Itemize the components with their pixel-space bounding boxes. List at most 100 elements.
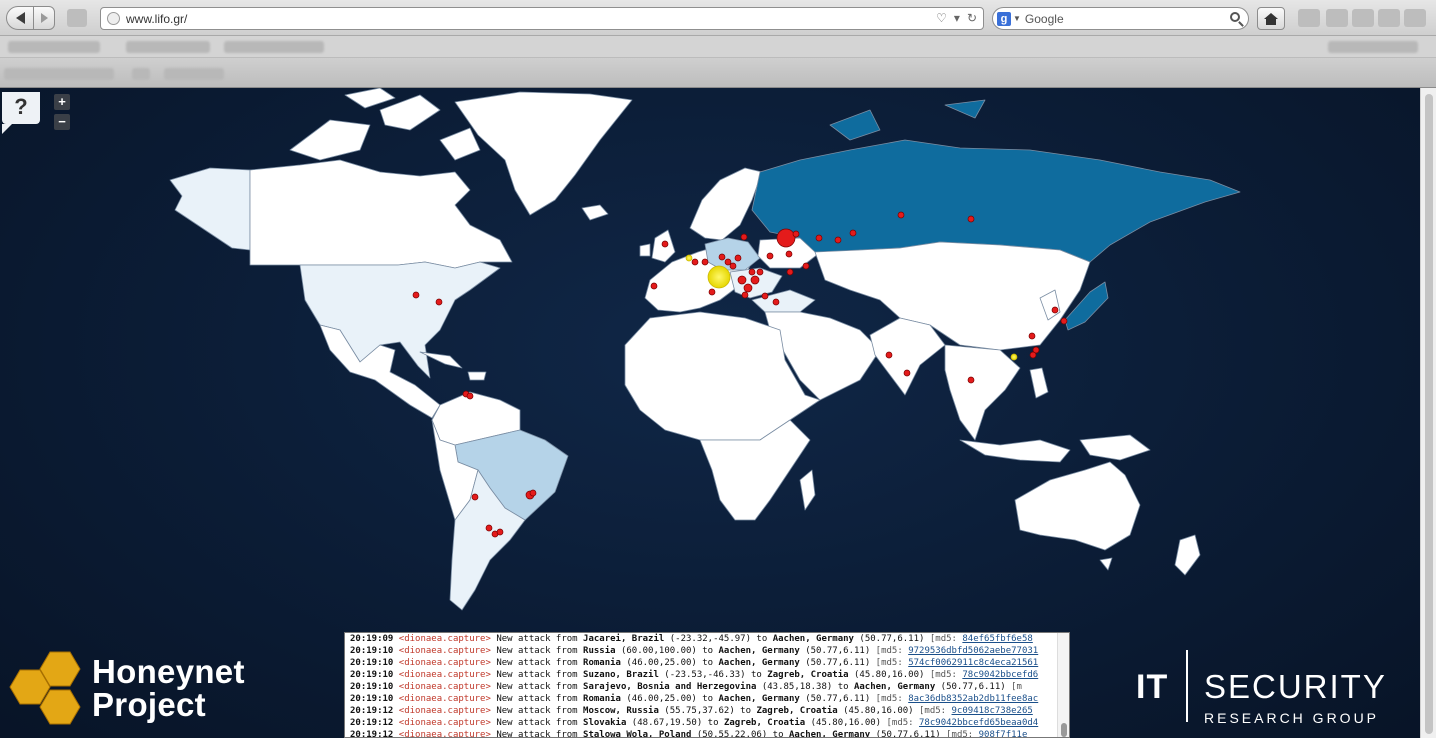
log-to-coord: (50.77,6.11) xyxy=(799,658,871,668)
log-from-coord: (46.00,25.00) xyxy=(620,694,697,704)
research-group-label: RESEARCH GROUP xyxy=(1204,710,1380,726)
log-line: 20:19:10 <dionaea.capture> New attack fr… xyxy=(345,657,1057,669)
search-box[interactable]: g ▼ Google xyxy=(992,7,1249,30)
log-from: Romania xyxy=(583,658,621,668)
attack-marker xyxy=(967,215,975,223)
log-md5[interactable]: 9c09418c738e265 xyxy=(952,706,1033,716)
log-md5[interactable]: 8ac36db8352ab2db11fee8ac xyxy=(908,694,1038,704)
bookmark-item[interactable] xyxy=(126,41,210,53)
attack-marker xyxy=(412,291,420,299)
addon-icon[interactable] xyxy=(1326,9,1348,27)
bookmark-item[interactable] xyxy=(224,41,324,53)
log-line: 20:19:12 <dionaea.capture> New attack fr… xyxy=(345,717,1057,729)
log-md5-label: [md5: xyxy=(924,634,963,644)
settings-icon[interactable] xyxy=(1352,9,1374,27)
log-text: New attack from xyxy=(490,694,584,704)
pocket-icon[interactable]: ♡ xyxy=(936,11,947,25)
dropdown-icon[interactable]: ▾ xyxy=(954,11,960,25)
attack-marker xyxy=(661,240,669,248)
chevron-down-icon[interactable]: ▼ xyxy=(1013,14,1021,23)
search-input[interactable]: Google xyxy=(1025,12,1064,26)
page-scrollbar[interactable] xyxy=(1420,88,1436,738)
zoom-out-button[interactable]: − xyxy=(54,114,70,130)
attack-marker xyxy=(815,234,823,242)
log-md5[interactable]: 908f7f11e xyxy=(979,730,1028,737)
log-md5[interactable]: 9729536dbfd5062aebe77031 xyxy=(908,646,1038,656)
addon-icon[interactable] xyxy=(1378,9,1400,27)
honeynet-line1: Honeynet xyxy=(92,653,245,690)
reload-icon[interactable]: ↻ xyxy=(967,11,977,25)
extension-icon[interactable] xyxy=(67,9,87,27)
target-marker xyxy=(1010,353,1018,361)
menu-icon[interactable] xyxy=(1404,9,1426,27)
forward-button[interactable] xyxy=(33,6,55,30)
tab-item[interactable] xyxy=(4,68,114,80)
log-from-coord: (60.00,100.00) xyxy=(615,646,697,656)
help-button[interactable]: ? xyxy=(2,92,40,134)
log-source: <dionaea.capture> xyxy=(398,634,491,644)
log-md5[interactable]: 78c9042bbcefd65beaa0d4 xyxy=(919,718,1038,728)
log-md5[interactable]: 78c9042bbcefd6 xyxy=(962,670,1038,680)
attack-marker xyxy=(708,288,716,296)
it-label: IT xyxy=(1136,668,1169,706)
log-md5[interactable]: 84ef65fbf6e58 xyxy=(962,634,1032,644)
log-to: Aachen, Germany xyxy=(718,694,800,704)
log-line: 20:19:10 <dionaea.capture> New attack fr… xyxy=(345,669,1057,681)
scrollbar-thumb[interactable] xyxy=(1425,94,1433,734)
tab-item[interactable] xyxy=(132,68,150,80)
attack-marker xyxy=(834,236,842,244)
home-button[interactable] xyxy=(1257,7,1285,30)
tab-item[interactable] xyxy=(164,68,224,80)
attack-marker xyxy=(748,268,756,276)
attack-marker xyxy=(792,230,800,238)
log-md5-label: [md5: xyxy=(870,694,909,704)
attack-marker xyxy=(471,493,479,501)
log-to: Aachen, Germany xyxy=(853,682,936,692)
forward-arrow-icon xyxy=(40,13,48,23)
address-bar[interactable]: www.lifo.gr/ ♡ ▾ ↻ xyxy=(100,7,984,30)
attack-marker xyxy=(1051,306,1059,314)
attack-marker xyxy=(734,254,742,262)
honeycomb-icon xyxy=(9,651,81,725)
log-to-word: to xyxy=(696,658,719,668)
log-from-coord: (43.85,18.38) xyxy=(756,682,833,692)
land-madagascar xyxy=(799,469,816,511)
attack-marker xyxy=(766,252,774,260)
log-from-coord: (46.00,25.00) xyxy=(620,658,697,668)
bookmark-item[interactable] xyxy=(1328,41,1418,53)
attack-log-console[interactable]: 20:19:09 <dionaea.capture> New attack fr… xyxy=(344,632,1070,738)
addon-icon[interactable] xyxy=(1298,9,1320,27)
log-to: Aachen, Germany xyxy=(788,730,871,738)
attack-marker xyxy=(741,291,749,299)
console-scrollbar[interactable] xyxy=(1057,633,1069,737)
log-to-coord: (45.80,16.00) xyxy=(805,718,882,728)
attack-marker xyxy=(967,376,975,384)
log-text: New attack from xyxy=(490,634,584,644)
log-text: New attack from xyxy=(490,706,584,716)
log-from: Suzano, Brazil xyxy=(583,670,659,680)
log-md5-label: [md5: xyxy=(870,646,909,656)
google-icon[interactable]: g xyxy=(997,11,1011,26)
back-button[interactable] xyxy=(6,6,34,30)
land-new-zealand xyxy=(1174,534,1201,576)
attack-marker xyxy=(1060,317,1068,325)
log-text: New attack from xyxy=(490,682,584,692)
log-line: 20:19:10 <dionaea.capture> New attack fr… xyxy=(345,645,1057,657)
log-md5-label: [md5: xyxy=(924,670,963,680)
log-md5-label: [md5: xyxy=(870,658,909,668)
browser-toolbar: www.lifo.gr/ ♡ ▾ ↻ g ▼ Google xyxy=(0,0,1436,36)
home-icon xyxy=(1264,12,1278,25)
log-md5[interactable]: 574cf0062911c8c4eca21561 xyxy=(908,658,1038,668)
attack-marker xyxy=(903,369,911,377)
attack-marker xyxy=(849,229,857,237)
log-time: 20:19:09 xyxy=(350,634,394,644)
land-greenland xyxy=(454,91,633,216)
bookmark-item[interactable] xyxy=(8,41,100,53)
attack-marker xyxy=(802,262,810,270)
search-icon[interactable] xyxy=(1230,12,1240,22)
log-from-coord: (50.55,22.06) xyxy=(691,730,768,738)
log-from: Jacarei, Brazil xyxy=(583,634,665,644)
console-scrollbar-thumb[interactable] xyxy=(1061,723,1067,737)
attack-marker xyxy=(737,275,747,285)
zoom-in-button[interactable]: + xyxy=(54,94,70,110)
